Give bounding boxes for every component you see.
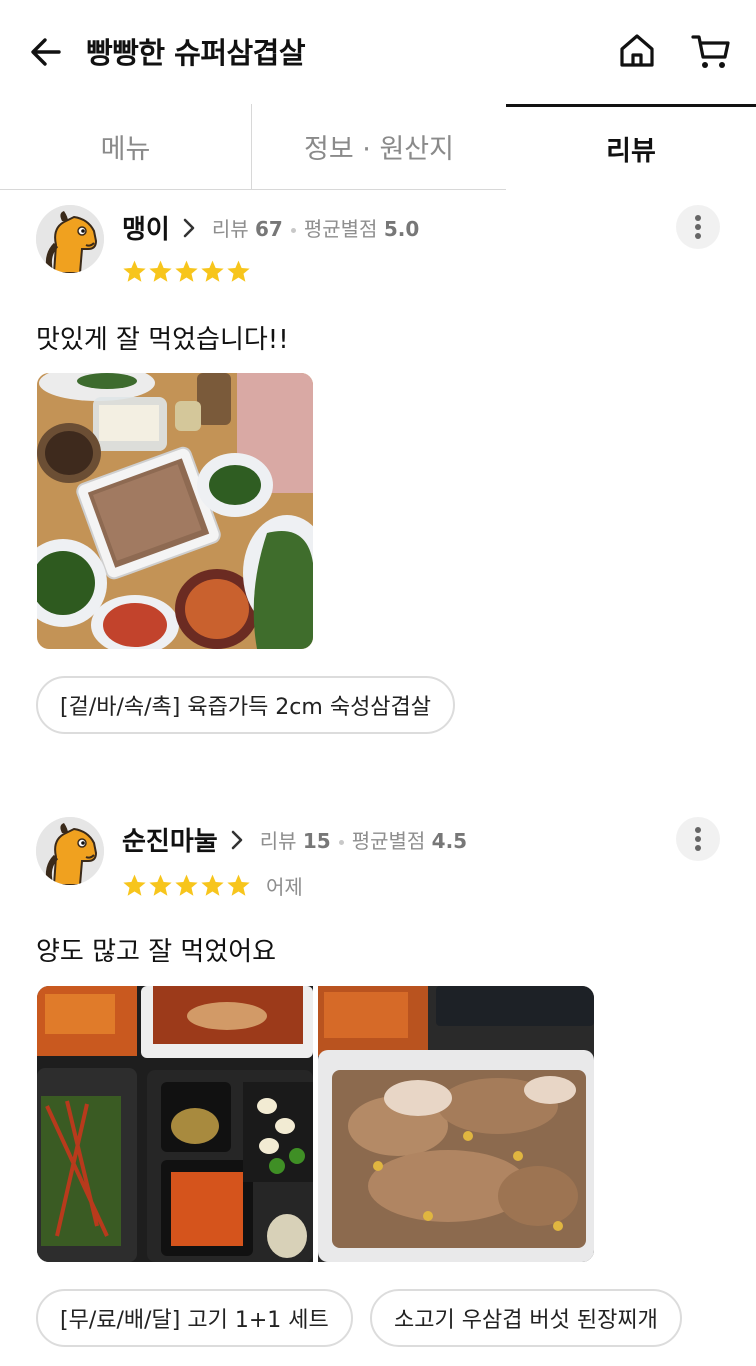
star-icon	[123, 260, 146, 282]
avg-rating-label: 평균별점	[351, 829, 426, 853]
avg-rating: 5.0	[383, 217, 420, 241]
separator-dot	[290, 228, 296, 233]
star-icon	[175, 260, 198, 282]
star-icon	[149, 260, 172, 282]
star-icon	[227, 260, 250, 282]
star-icon	[175, 874, 198, 896]
chevron-right-icon	[183, 218, 195, 237]
menu-chip[interactable]: 소고기 우삼겹 버섯 된장찌개	[370, 1289, 682, 1347]
store-title: 빵빵한 슈퍼삼겹살	[86, 36, 306, 70]
delivery-sides-photo	[37, 986, 313, 1262]
more-options-button[interactable]	[676, 205, 720, 249]
top-app-bar: 빵빵한 슈퍼삼겹살	[0, 0, 756, 104]
star-icon	[149, 874, 172, 896]
avatar[interactable]	[36, 817, 104, 885]
more-options-button[interactable]	[676, 817, 720, 861]
food-table-photo	[37, 373, 313, 649]
tab-bar: 메뉴 정보 · 원산지 리뷰	[0, 104, 756, 190]
avatar[interactable]	[36, 205, 104, 273]
star-icon	[123, 874, 146, 896]
chevron-right-icon	[231, 830, 242, 849]
rating-stars: 어제	[122, 871, 303, 900]
star-icon	[201, 260, 224, 282]
separator-dot	[338, 840, 344, 845]
menu-chip[interactable]: [무/료/배/달] 고기 1+1 세트	[36, 1289, 353, 1347]
review-photo[interactable]	[318, 986, 594, 1262]
tab-info-origin[interactable]: 정보 · 원산지	[252, 104, 506, 190]
review-text: 맛있게 잘 먹었습니다!!	[36, 325, 289, 355]
home-button[interactable]	[616, 30, 658, 72]
reviewer-info[interactable]: 순진마눌 리뷰 15 평균별점 4.5	[122, 821, 467, 858]
review-count: 67	[255, 217, 283, 241]
star-icon	[201, 874, 224, 896]
star-icon	[227, 874, 250, 896]
reviewer-nickname: 맹이	[122, 215, 170, 245]
pork-belly-box-photo	[318, 986, 594, 1262]
avg-rating: 4.5	[431, 829, 468, 853]
menu-chip[interactable]: [겉/바/속/촉] 육즙가득 2cm 숙성삼겹살	[36, 676, 456, 734]
rating-stars	[122, 259, 252, 284]
home-icon	[620, 34, 654, 67]
arrow-left-icon	[31, 38, 61, 66]
review-photo[interactable]	[37, 373, 313, 649]
more-vertical-icon	[695, 827, 701, 851]
review-text: 양도 많고 잘 먹었어요	[36, 937, 277, 967]
avg-rating-label: 평균별점	[303, 217, 378, 241]
horse-mascot-icon	[36, 205, 104, 273]
cart-icon	[691, 35, 730, 68]
tab-review[interactable]: 리뷰	[506, 104, 756, 190]
review-count-label: 리뷰	[259, 829, 297, 853]
back-button[interactable]	[26, 32, 66, 72]
review-count-label: 리뷰	[211, 217, 249, 241]
horse-mascot-icon	[36, 817, 104, 885]
tab-menu[interactable]: 메뉴	[0, 104, 252, 190]
cart-button[interactable]	[690, 30, 732, 72]
review-date: 어제	[266, 875, 303, 899]
review-photo[interactable]	[37, 986, 313, 1262]
more-vertical-icon	[695, 215, 701, 239]
reviewer-nickname: 순진마눌	[122, 827, 218, 857]
review-count: 15	[302, 829, 331, 853]
reviewer-info[interactable]: 맹이 리뷰 67 평균별점 5.0	[122, 209, 419, 246]
